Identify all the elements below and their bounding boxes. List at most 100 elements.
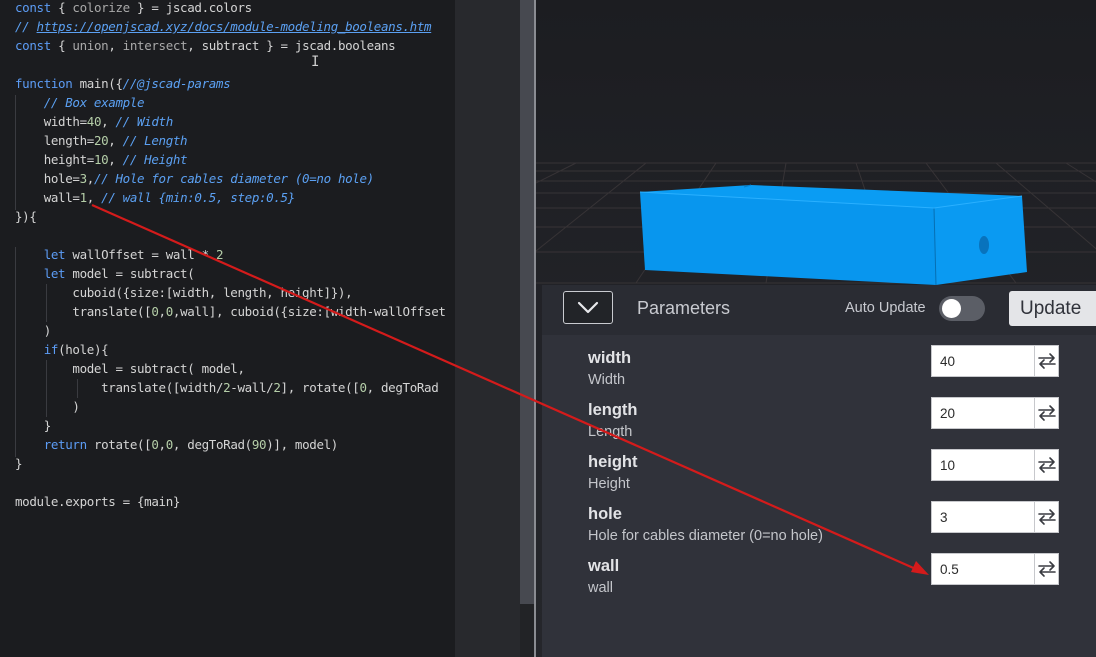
code-token: wallOffset = wall *	[65, 247, 216, 262]
text-cursor-icon: I	[311, 54, 320, 70]
param-name: hole	[588, 505, 622, 523]
code-line[interactable]: width=40, // Width	[15, 114, 174, 133]
param-input-wall[interactable]	[931, 553, 1035, 585]
code-line[interactable]: const { colorize } = jscad.colors	[15, 0, 252, 19]
code-token: ,wall], cuboid({size:[width-wallOffset	[172, 304, 446, 319]
param-caption: Width	[588, 372, 626, 388]
code-line[interactable]: )	[15, 323, 52, 342]
code-line[interactable]: let wallOffset = wall * 2	[15, 247, 224, 266]
param-row-wall: wall wall	[542, 553, 1096, 609]
code-token: , degToRad	[366, 380, 439, 395]
code-line[interactable]: return rotate([0,0, degToRad(90)], model…	[15, 437, 339, 456]
code-token: 0	[359, 380, 367, 395]
param-reset-button[interactable]	[1034, 345, 1059, 377]
code-token: return	[43, 437, 87, 452]
code-token: ,	[158, 304, 167, 319]
code-line[interactable]: let model = subtract(	[15, 266, 195, 285]
code-token: cuboid({size:[width, length, height]}),	[15, 285, 353, 300]
editor-scrollbar-thumb[interactable]	[520, 0, 534, 604]
param-row-length: length Length	[542, 397, 1096, 453]
code-token: let	[43, 266, 66, 281]
code-line[interactable]: const { union, intersect, subtract } = j…	[15, 38, 396, 57]
code-token: }	[15, 456, 23, 471]
param-reset-button[interactable]	[1034, 449, 1059, 481]
param-row-height: height Height	[542, 449, 1096, 505]
code-token: const	[15, 0, 51, 15]
auto-update-toggle[interactable]	[939, 296, 985, 321]
code-token: , degToRad(	[172, 437, 252, 452]
code-line[interactable]: }){	[15, 209, 37, 228]
code-token: model = subtract(	[65, 266, 195, 281]
param-reset-button[interactable]	[1034, 397, 1059, 429]
code-token: }	[15, 418, 52, 433]
code-token: 2	[215, 247, 224, 262]
param-reset-button[interactable]	[1034, 553, 1059, 585]
swap-arrows-icon	[1038, 509, 1056, 525]
code-line[interactable]: model = subtract( model,	[15, 361, 245, 380]
code-line[interactable]: )	[15, 399, 80, 418]
code-editor[interactable]: const { colorize } = jscad.colors// http…	[0, 0, 455, 657]
param-reset-button[interactable]	[1034, 501, 1059, 533]
param-name: length	[588, 401, 638, 419]
code-token: height=	[15, 152, 95, 167]
param-name: height	[588, 453, 638, 471]
code-token: hole=	[15, 171, 80, 186]
code-line[interactable]: translate([width/2-wall/2], rotate([0, d…	[15, 380, 439, 399]
param-caption: Height	[588, 476, 630, 492]
code-line[interactable]: if(hole){	[15, 342, 109, 361]
code-token: // wall {min:0.5, step:0.5}	[101, 190, 295, 205]
param-input-length[interactable]	[931, 397, 1035, 429]
param-caption: Length	[588, 424, 633, 440]
code-token: {	[50, 0, 73, 15]
code-token: // Length	[122, 133, 188, 148]
code-token: 90	[251, 437, 267, 452]
swap-arrows-icon	[1038, 353, 1056, 369]
code-token: )	[15, 323, 52, 338]
code-token: -wall/	[230, 380, 274, 395]
chevron-down-icon	[577, 301, 599, 314]
code-token: 3	[79, 171, 88, 186]
code-line[interactable]: hole=3,// Hole for cables diameter (0=no…	[15, 171, 374, 190]
param-input-height[interactable]	[931, 449, 1035, 481]
code-line[interactable]: function main({//@jscad-params	[15, 76, 231, 95]
update-button[interactable]: Update	[1009, 291, 1096, 326]
code-line[interactable]: module.exports = {main}	[15, 494, 180, 513]
code-line[interactable]: translate([0,0,wall], cuboid({size:[widt…	[15, 304, 446, 323]
param-caption: wall	[588, 580, 613, 596]
code-token: // Hole for cables diameter (0=no hole)	[93, 171, 374, 186]
code-line[interactable]: cuboid({size:[width, length, height]}),	[15, 285, 352, 304]
toggle-knob	[942, 299, 961, 318]
code-token: // Height	[122, 152, 188, 167]
code-token: 0	[151, 437, 159, 452]
code-token: }){	[15, 209, 37, 224]
code-line[interactable]: // https://openjscad.xyz/docs/module-mod…	[15, 19, 432, 38]
code-line[interactable]: length=20, // Length	[15, 133, 188, 152]
code-token: ,	[108, 38, 123, 53]
code-token: main({	[72, 76, 123, 91]
code-token: ,	[108, 152, 123, 167]
code-token: ,	[86, 190, 102, 205]
code-token: const	[15, 38, 51, 53]
code-line[interactable]: }	[15, 418, 52, 437]
param-input-width[interactable]	[931, 345, 1035, 377]
collapse-parameters-button[interactable]	[563, 291, 613, 324]
code-token: 0	[151, 304, 159, 319]
code-token: width=	[15, 114, 87, 129]
param-name: width	[588, 349, 632, 367]
code-token: ], rotate([	[280, 380, 360, 395]
editor-gutter	[455, 0, 520, 657]
swap-arrows-icon	[1038, 561, 1056, 577]
code-line[interactable]: }	[15, 456, 23, 475]
code-token: )	[15, 399, 80, 414]
code-token: 2	[273, 380, 281, 395]
code-token: length=	[15, 133, 95, 148]
code-token: ,	[108, 133, 123, 148]
parameters-panel: Parameters Auto Update Update width Width…	[542, 285, 1096, 657]
code-line[interactable]: wall=1, // wall {min:0.5, step:0.5}	[15, 190, 296, 209]
code-token: module.exports = {main}	[15, 494, 181, 509]
code-line[interactable]: height=10, // Height	[15, 152, 188, 171]
code-line[interactable]: // Box example	[15, 95, 145, 114]
param-input-hole[interactable]	[931, 501, 1035, 533]
